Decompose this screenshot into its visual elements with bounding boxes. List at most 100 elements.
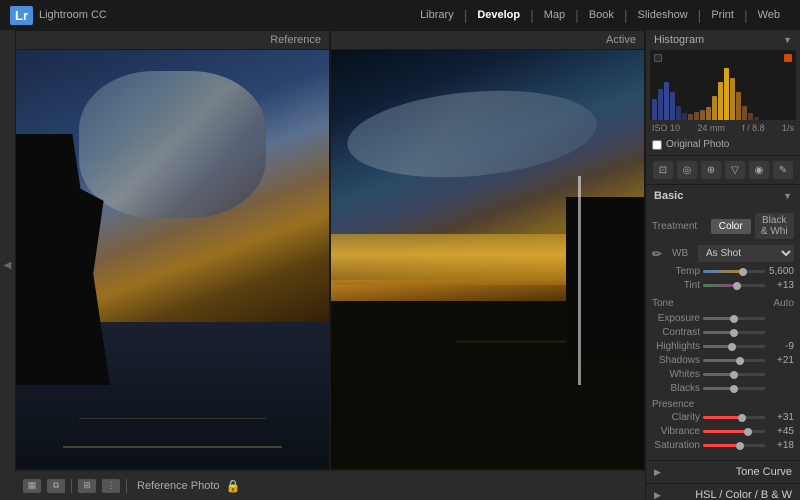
histogram-section: Histogram ▼ (646, 30, 800, 156)
wb-label: WB (672, 248, 694, 259)
vibrance-row: Vibrance +45 (652, 426, 794, 437)
whites-row: Whites (652, 369, 794, 380)
whites-slider[interactable] (703, 373, 765, 376)
tone-auto[interactable]: Auto (768, 298, 794, 309)
tone-curve-title: Tone Curve (736, 466, 792, 478)
logo-lr: Lr (10, 6, 33, 25)
reference-label: Reference (270, 34, 321, 46)
treatment-row: Treatment Color Black & Whi (652, 213, 794, 239)
saturation-row: Saturation +18 (652, 440, 794, 451)
active-label: Active (606, 34, 636, 46)
nav-print[interactable]: Print (701, 0, 744, 30)
grid-icon[interactable]: ⋮ (102, 479, 120, 493)
histogram-arrow: ▼ (783, 35, 792, 45)
filmstrip-icon[interactable]: ▦ (23, 479, 41, 493)
tint-label: Tint (652, 280, 700, 291)
basic-section: Basic ▼ Treatment Color Black & Whi ✏ WB… (646, 185, 800, 461)
nav-web[interactable]: Web (748, 0, 790, 30)
clarity-value: +31 (768, 412, 794, 423)
presence-label: Presence (652, 396, 694, 412)
histogram-info: ISO 10 24 mm f / 8.8 1/s (646, 120, 800, 136)
original-photo-checkbox[interactable] (652, 140, 662, 150)
blacks-slider[interactable] (703, 387, 765, 390)
tint-slider[interactable] (703, 284, 765, 287)
separator2 (126, 479, 127, 493)
focal-info: 24 mm (697, 123, 725, 133)
spot-removal-tool[interactable]: ◎ (677, 161, 697, 179)
nav-library[interactable]: Library (410, 0, 464, 30)
tint-row: Tint +13 (652, 280, 794, 291)
highlights-label: Highlights (652, 341, 700, 352)
reference-header: Reference (16, 31, 329, 50)
histogram-header: Histogram ▼ (646, 30, 800, 50)
exposure-label: Exposure (652, 313, 700, 324)
lock-icon: 🔒 (226, 479, 241, 493)
active-header: Active (331, 31, 644, 50)
vibrance-value: +45 (768, 426, 794, 437)
reference-photo (16, 50, 329, 469)
compare-icon[interactable]: ⧉ (47, 479, 65, 493)
loupe-icon[interactable]: ⊞ (78, 479, 96, 493)
shadows-label: Shadows (652, 355, 700, 366)
reference-photo-area (16, 50, 329, 469)
active-panel: Active (330, 30, 645, 470)
photo-panels: Reference (15, 30, 645, 470)
histogram-title: Histogram (654, 34, 704, 46)
basic-header[interactable]: Basic ▼ (646, 185, 800, 207)
basic-controls: Treatment Color Black & Whi ✏ WB As Shot… (646, 207, 800, 460)
vibrance-label: Vibrance (652, 426, 700, 437)
nav-menu: Library | Develop | Map | Book | Slidesh… (410, 0, 790, 30)
graduated-filter-tool[interactable]: ▽ (725, 161, 745, 179)
exposure-slider[interactable] (703, 317, 765, 320)
shadows-slider[interactable] (703, 359, 765, 362)
main-layout: ◀ Reference (0, 30, 800, 500)
reference-panel: Reference (15, 30, 330, 470)
wb-eyedropper-icon[interactable]: ✏ (652, 247, 668, 261)
bw-button[interactable]: Black & Whi (755, 213, 795, 239)
original-photo-label: Original Photo (666, 139, 729, 150)
wb-select[interactable]: As Shot (698, 245, 794, 262)
basic-arrow: ▼ (783, 191, 792, 201)
blacks-label: Blacks (652, 383, 700, 394)
nav-slideshow[interactable]: Slideshow (628, 0, 698, 30)
app-name: Lightroom CC (39, 9, 107, 21)
adjustment-brush-tool[interactable]: ✎ (773, 161, 793, 179)
hsl-section[interactable]: ▶ HSL / Color / B & W (646, 484, 800, 500)
treatment-label: Treatment (652, 221, 707, 232)
iso-info: ISO 10 (652, 123, 680, 133)
tone-curve-section[interactable]: ▶ Tone Curve (646, 461, 800, 484)
color-button[interactable]: Color (711, 219, 751, 234)
histogram-canvas (650, 50, 796, 120)
exposure-info: 1/s (782, 123, 794, 133)
tint-value: +13 (768, 280, 794, 291)
tone-label: Tone (652, 295, 674, 311)
saturation-label: Saturation (652, 440, 700, 451)
right-panel: Histogram ▼ (645, 30, 800, 500)
exposure-row: Exposure (652, 313, 794, 324)
contrast-slider[interactable] (703, 331, 765, 334)
vibrance-slider[interactable] (703, 430, 765, 433)
reference-photo-label: Reference Photo (137, 480, 220, 492)
radial-filter-tool[interactable]: ◉ (749, 161, 769, 179)
redeye-tool[interactable]: ⊕ (701, 161, 721, 179)
whites-label: Whites (652, 369, 700, 380)
nav-develop[interactable]: Develop (467, 0, 530, 30)
clarity-row: Clarity +31 (652, 412, 794, 423)
center-area: Reference (15, 30, 645, 500)
active-photo-area (331, 50, 644, 469)
shadows-value: +21 (768, 355, 794, 366)
tools-row: ⊡ ◎ ⊕ ▽ ◉ ✎ (646, 156, 800, 185)
nav-map[interactable]: Map (534, 0, 575, 30)
highlights-slider[interactable] (703, 345, 765, 348)
saturation-value: +18 (768, 440, 794, 451)
separator (71, 479, 72, 493)
clarity-slider[interactable] (703, 416, 765, 419)
saturation-slider[interactable] (703, 444, 765, 447)
clarity-label: Clarity (652, 412, 700, 423)
temp-slider[interactable] (703, 270, 765, 273)
temp-label: Temp (652, 266, 700, 277)
left-sidebar-toggle[interactable]: ◀ (0, 30, 15, 500)
highlights-row: Highlights -9 (652, 341, 794, 352)
nav-book[interactable]: Book (579, 0, 624, 30)
crop-tool[interactable]: ⊡ (653, 161, 673, 179)
